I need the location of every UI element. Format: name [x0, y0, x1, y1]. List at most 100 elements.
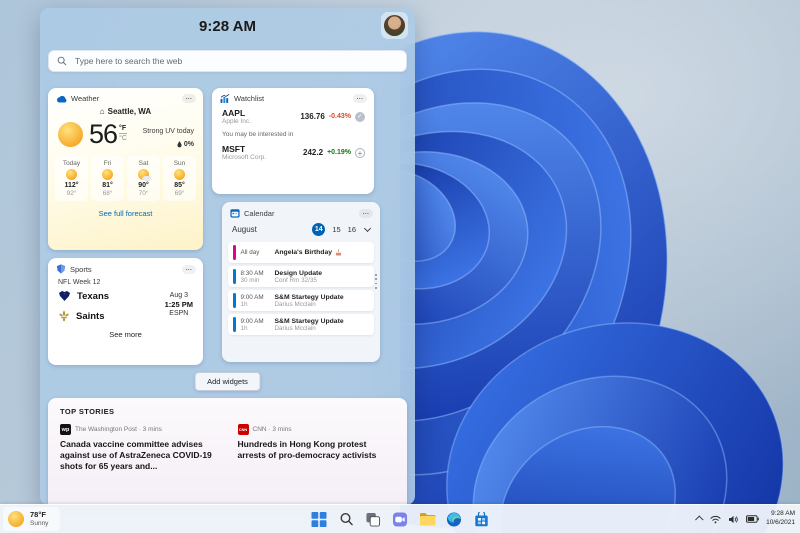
- precipitation-value: 0%: [183, 141, 194, 148]
- stock-change: -0.43%: [328, 113, 351, 121]
- sunny-icon: [174, 169, 185, 180]
- windows-logo-icon: [311, 511, 327, 527]
- team-name: Saints: [76, 310, 105, 322]
- start-button[interactable]: [311, 511, 328, 528]
- news-story[interactable]: wp The Washington Post · 3 mins Canada v…: [60, 424, 218, 472]
- top-stories-title: TOP STORIES: [60, 407, 115, 416]
- event-color-bar: [233, 269, 236, 284]
- add-to-watchlist-icon[interactable]: +: [355, 147, 365, 158]
- search-input[interactable]: [73, 55, 398, 67]
- weather-widget-title: Weather: [71, 94, 100, 103]
- chevron-down-icon[interactable]: [363, 224, 372, 233]
- speaker-icon[interactable]: [728, 515, 739, 524]
- see-more-link[interactable]: See more: [48, 330, 203, 339]
- calendar-date[interactable]: 16: [348, 225, 356, 234]
- search-button[interactable]: [338, 511, 355, 528]
- calendar-event[interactable]: 9:00 AM 1h S&M Startegy Update Darius Mc…: [228, 290, 374, 311]
- sports-widget: Sports ... NFL Week 12 Texans Saints Aug…: [48, 258, 203, 365]
- avatar: [384, 15, 405, 36]
- sports-more-options-button[interactable]: ...: [182, 264, 196, 274]
- system-tray: 9:28 AM 10/6/2021: [695, 505, 795, 533]
- watchlist-widget-title: Watchlist: [234, 94, 265, 103]
- sunny-icon: [8, 511, 24, 527]
- stock-company: Apple Inc.: [222, 118, 251, 126]
- stock-row-aapl[interactable]: AAPL Apple Inc. 136.76 -0.43% ✓: [212, 106, 374, 125]
- tray-date: 10/6/2021: [766, 519, 795, 526]
- chat-icon: [392, 511, 408, 527]
- texans-logo: [59, 291, 70, 301]
- calendar-date[interactable]: 15: [332, 225, 340, 234]
- calendar-event[interactable]: 9:00 AM 1h S&M Startegy Update Darius Mc…: [228, 314, 374, 335]
- story-headline[interactable]: Canada vaccine committee advises against…: [60, 439, 218, 472]
- unit-celsius[interactable]: °C: [119, 134, 127, 142]
- wifi-icon[interactable]: [710, 515, 721, 524]
- add-widgets-button[interactable]: Add widgets: [194, 372, 261, 391]
- game-date: Aug 3: [169, 292, 188, 299]
- sunny-icon: [102, 169, 113, 180]
- sunny-icon: [66, 169, 77, 180]
- calendar-more-options-button[interactable]: ...: [359, 208, 373, 218]
- weather-condition: Strong UV today: [142, 128, 194, 135]
- story-headline[interactable]: Hundreds in Hong Kong protest arrests of…: [238, 439, 396, 461]
- weather-location[interactable]: ⌂ Seattle, WA: [48, 107, 203, 116]
- watchlist-suggestion-label: You may be interested in: [222, 131, 294, 139]
- story-source-meta: The Washington Post · 3 mins: [75, 426, 162, 433]
- sports-icon: [56, 264, 66, 274]
- chat-button[interactable]: [392, 511, 409, 528]
- news-story[interactable]: CNN CNN · 3 mins Hundreds in Hong Kong p…: [237, 424, 396, 472]
- game-network: ESPN: [169, 310, 189, 317]
- battery-icon[interactable]: [746, 515, 759, 523]
- calendar-month-label: August: [232, 225, 257, 234]
- sunny-icon: [58, 121, 83, 147]
- taskbar: 78°F Sunny 9:28 AM 10/6/2021: [0, 504, 800, 533]
- stock-company: Microsoft Corp.: [222, 154, 267, 162]
- microsoft-store-button[interactable]: [473, 511, 490, 528]
- widgets-panel: 9:28 AM Weather ... ⌂ Seattle, WA 56 °F: [40, 8, 415, 505]
- see-full-forecast-link[interactable]: See full forecast: [48, 209, 203, 218]
- web-search-bar[interactable]: [48, 50, 407, 72]
- forecast-day-sat: Sat 90° 70°: [127, 156, 160, 201]
- panel-clock: 9:28 AM: [199, 18, 256, 35]
- weather-location-label: Seattle, WA: [107, 107, 152, 116]
- saints-logo: [59, 310, 69, 322]
- watchlist-more-options-button[interactable]: ...: [353, 94, 367, 103]
- user-avatar-button[interactable]: [381, 12, 408, 39]
- file-explorer-icon: [419, 513, 435, 526]
- stock-price: 242.2: [303, 148, 324, 158]
- tray-chevron-up-icon[interactable]: [695, 515, 704, 524]
- sports-league-label: NFL Week 12: [58, 279, 101, 286]
- forecast-day-fri: Fri 81° 68°: [91, 156, 124, 201]
- calendar-event[interactable]: 8:30 AM 30 min Design Update Conf Rm 32/…: [228, 266, 374, 287]
- sports-widget-title: Sports: [70, 264, 92, 274]
- search-icon: [57, 56, 67, 66]
- stock-change: +0.19%: [327, 149, 351, 157]
- team-name: Texans: [77, 290, 110, 302]
- edge-button[interactable]: [446, 511, 463, 528]
- taskbar-weather-condition: Sunny: [30, 519, 49, 527]
- home-location-icon: ⌂: [99, 107, 105, 116]
- calendar-scroll-indicator[interactable]: [375, 274, 377, 289]
- stock-row-msft[interactable]: MSFT Microsoft Corp. 242.2 +0.19% +: [212, 142, 374, 161]
- taskbar-widgets-button[interactable]: 78°F Sunny: [3, 507, 61, 531]
- top-stories-section: TOP STORIES wp The Washington Post · 3 m…: [48, 398, 407, 505]
- taskbar-clock[interactable]: 9:28 AM 10/6/2021: [766, 510, 795, 528]
- current-temperature: 56: [89, 118, 118, 149]
- weather-more-options-button[interactable]: ...: [182, 94, 196, 103]
- droplet-icon: [177, 141, 182, 148]
- added-check-icon[interactable]: ✓: [355, 111, 365, 122]
- calendar-icon: [230, 209, 240, 218]
- calendar-widget: Calendar ... August 14 15 16 All day Ang…: [222, 202, 380, 362]
- calendar-event[interactable]: All day Angela's Birthday: [228, 242, 374, 263]
- mini-cloud-icon: [143, 176, 151, 181]
- unit-fahrenheit[interactable]: °F: [119, 125, 127, 134]
- washington-post-logo-icon: wp: [60, 424, 71, 435]
- file-explorer-button[interactable]: [419, 511, 436, 528]
- story-source-meta: CNN · 3 mins: [252, 426, 292, 433]
- calendar-widget-title: Calendar: [244, 208, 275, 218]
- task-view-button[interactable]: [365, 511, 382, 528]
- forecast-day-today: Today 112° 92°: [55, 156, 88, 201]
- birthday-cake-icon: [335, 249, 342, 256]
- game-time: 1:25 PM: [164, 300, 193, 309]
- calendar-date-selected[interactable]: 14: [312, 223, 326, 236]
- taskbar-center-icons: [311, 505, 490, 533]
